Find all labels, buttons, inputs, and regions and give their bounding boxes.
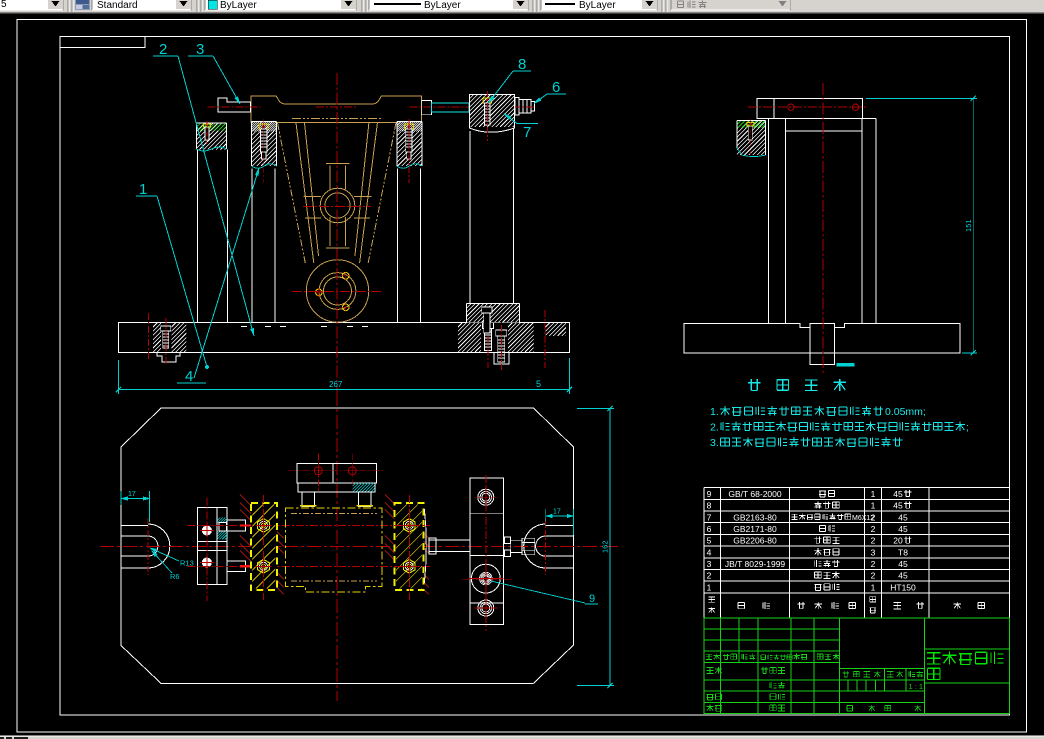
svg-text:2: 2 [707,571,712,581]
svg-text:45: 45 [898,524,908,534]
svg-text:0.05mm;: 0.05mm; [885,406,926,418]
svg-text:2: 2 [871,512,876,522]
svg-text:45: 45 [893,501,903,511]
svg-text:T8: T8 [898,547,908,557]
svg-text:7: 7 [707,512,712,522]
svg-text:1: 1 [707,582,712,592]
svg-text:2.: 2. [710,422,719,434]
svg-text:8: 8 [707,501,712,511]
svg-text:2: 2 [871,571,876,581]
svg-text:1: 1 [871,501,876,511]
svg-text:6: 6 [707,524,712,534]
svg-text:GB2163-80: GB2163-80 [733,512,777,522]
svg-text:7: 7 [523,124,531,141]
svg-text:6: 6 [552,79,560,96]
svg-text:267: 267 [329,380,343,389]
svg-text:5: 5 [536,379,541,389]
svg-text:45: 45 [898,571,908,581]
svg-text:45: 45 [898,559,908,569]
svg-text:ByLayer: ByLayer [424,0,461,11]
svg-text:1: 1 [871,582,876,592]
svg-text:45: 45 [893,489,903,499]
svg-text:3: 3 [707,559,712,569]
svg-text:3.: 3. [710,437,719,449]
svg-text:2: 2 [159,41,167,58]
svg-text:17: 17 [553,509,561,516]
svg-text:162: 162 [601,540,610,553]
svg-text:5: 5 [707,536,712,546]
svg-text:HT150: HT150 [890,582,916,592]
svg-text:GB2206-80: GB2206-80 [733,536,777,546]
svg-text:GB2171-80: GB2171-80 [733,524,777,534]
svg-text:3: 3 [196,41,204,58]
svg-text:2: 2 [871,559,876,569]
svg-text:JB/T 8029-1999: JB/T 8029-1999 [725,559,786,569]
svg-text:8: 8 [518,56,526,73]
svg-text:4: 4 [185,368,193,385]
svg-text:2: 2 [871,524,876,534]
svg-text:GB/T 68-2000: GB/T 68-2000 [728,489,782,499]
svg-text:ByLayer: ByLayer [579,0,616,11]
svg-text:20: 20 [893,536,903,546]
svg-text:151: 151 [964,219,973,232]
svg-text:45: 45 [898,512,908,522]
svg-text:4: 4 [707,547,712,557]
svg-text:1.: 1. [710,406,719,418]
svg-text:;: ; [966,422,969,434]
svg-text:R6: R6 [170,572,180,581]
svg-text:3: 3 [871,547,876,557]
svg-text:9: 9 [589,593,595,605]
svg-text:2: 2 [871,536,876,546]
svg-text:1: 1 [139,181,147,198]
svg-text:1 : 1: 1 : 1 [909,682,924,691]
svg-text:9: 9 [707,489,712,499]
svg-text:17: 17 [128,491,136,498]
svg-text:5: 5 [1,0,7,10]
svg-text:Standard: Standard [97,0,138,11]
svg-text:1: 1 [871,489,876,499]
svg-text:ByLayer: ByLayer [220,0,257,11]
